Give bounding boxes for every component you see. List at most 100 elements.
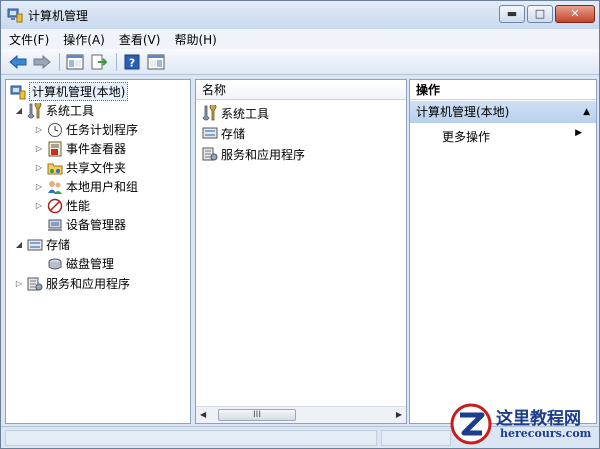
tree-label-performance: 性能	[66, 199, 91, 213]
collapsed-arrow-icon[interactable]: ▷	[14, 279, 24, 288]
more-actions-item[interactable]: 更多操作	[442, 128, 490, 145]
horizontal-scrollbar[interactable]: ◀ III ▶	[196, 406, 406, 423]
tree-label-event-viewer: 事件查看器	[66, 142, 127, 156]
scroll-thumb[interactable]: III	[218, 409, 296, 421]
tree-item-shared-folders[interactable]: ▷ 共享文件夹	[34, 158, 126, 177]
performance-icon	[47, 198, 63, 213]
tree-label-shared-folders: 共享文件夹	[66, 161, 127, 175]
collapsed-arrow-icon[interactable]: ▷	[34, 163, 44, 172]
tree-item-storage[interactable]: ◢ 存储	[14, 235, 70, 254]
watermark: 这里教程网 herecours.com	[448, 401, 598, 447]
submenu-arrow-icon: ▶	[575, 128, 582, 138]
toolbar: ?	[1, 49, 599, 75]
scroll-right-icon[interactable]: ▶	[396, 410, 402, 419]
tree-label-device-manager: 设备管理器	[66, 218, 127, 232]
minimize-icon: ▬	[506, 7, 518, 20]
collapse-up-icon[interactable]: ▲	[583, 101, 590, 123]
scroll-left-icon[interactable]: ◀	[200, 410, 206, 419]
help-icon: ?	[124, 54, 140, 69]
tree-label-disk-management: 磁盘管理	[66, 257, 115, 271]
back-arrow-icon	[9, 54, 27, 69]
users-icon	[48, 180, 62, 194]
tools-icon	[202, 105, 217, 121]
tree-label-services: 服务和应用程序	[46, 277, 131, 291]
collapsed-arrow-icon[interactable]: ▷	[34, 182, 44, 191]
results-pane: 名称 系统工具 存储 服务和应用程序 ◀ III ▶	[195, 79, 407, 424]
toolbar-separator	[116, 52, 117, 71]
tree-item-device-manager[interactable]: 设备管理器	[47, 215, 126, 234]
collapsed-arrow-icon[interactable]: ▷	[34, 144, 44, 153]
show-hide-action-pane-button[interactable]	[145, 52, 167, 72]
expanded-arrow-icon[interactable]: ◢	[14, 106, 24, 115]
watermark-url: herecours.com	[500, 427, 592, 440]
menu-file[interactable]: 文件(F)	[9, 31, 49, 48]
menu-bar: 文件(F) 操作(A) 查看(V) 帮助(H)	[1, 29, 599, 49]
forward-arrow-icon	[33, 54, 51, 69]
status-segment	[381, 430, 451, 446]
actions-section-header[interactable]: 计算机管理(本地) ▲	[410, 101, 596, 123]
forward-button[interactable]	[31, 52, 53, 72]
action-pane-icon	[147, 54, 165, 69]
window-title: 计算机管理	[28, 9, 89, 23]
services-icon	[27, 277, 43, 290]
menu-view[interactable]: 查看(V)	[119, 31, 161, 48]
tree-label-storage: 存储	[46, 238, 71, 252]
tree-item-root[interactable]: 计算机管理(本地)	[10, 82, 129, 101]
status-segment	[5, 430, 377, 446]
console-tree-pane: 计算机管理(本地) ◢ 系统工具 ▷ 任务计划程序 ▷ 事件查看器 ▷ 共享文件…	[5, 79, 191, 424]
watermark-logo-icon	[450, 403, 492, 445]
tree-item-task-scheduler[interactable]: ▷ 任务计划程序	[34, 120, 138, 139]
tree-item-services[interactable]: ▷ 服务和应用程序	[14, 274, 130, 293]
tree-item-event-viewer[interactable]: ▷ 事件查看器	[34, 139, 126, 158]
minimize-button[interactable]: ▬	[499, 5, 525, 23]
console-tree-icon	[66, 54, 84, 69]
tree-item-disk-management[interactable]: 磁盘管理	[47, 254, 114, 273]
event-viewer-icon	[48, 141, 62, 156]
computer-management-icon	[7, 8, 23, 23]
menu-action[interactable]: 操作(A)	[63, 31, 105, 48]
collapsed-arrow-icon[interactable]: ▷	[34, 201, 44, 210]
list-item-label: 服务和应用程序	[221, 147, 306, 162]
collapsed-arrow-icon[interactable]: ▷	[34, 125, 44, 134]
list-item[interactable]: 存储	[202, 123, 245, 143]
maximize-icon: □	[534, 7, 546, 20]
list-item-label: 存储	[221, 126, 246, 141]
toolbar-separator	[59, 52, 60, 71]
tree-label-system-tools: 系统工具	[46, 104, 95, 118]
list-item-label: 系统工具	[221, 106, 270, 121]
export-list-button[interactable]	[88, 52, 110, 72]
menu-help[interactable]: 帮助(H)	[174, 31, 216, 48]
maximize-button[interactable]: □	[527, 5, 553, 23]
tree-item-system-tools[interactable]: ◢ 系统工具	[14, 101, 94, 120]
tree-item-local-users[interactable]: ▷ 本地用户和组	[34, 177, 138, 196]
tree-item-performance[interactable]: ▷ 性能	[34, 196, 90, 215]
close-button[interactable]: ✕	[555, 5, 595, 23]
storage-icon	[27, 239, 43, 250]
help-button[interactable]: ?	[121, 52, 143, 72]
column-header-name[interactable]: 名称	[196, 80, 406, 100]
tree-label-root: 计算机管理(本地)	[29, 82, 129, 101]
disk-management-icon	[48, 258, 62, 269]
watermark-name: 这里教程网	[496, 409, 581, 429]
shared-folder-icon	[47, 163, 63, 174]
back-button[interactable]	[7, 52, 29, 72]
list-item[interactable]: 服务和应用程序	[202, 144, 305, 164]
export-list-icon	[91, 54, 108, 69]
computer-management-window: 计算机管理 ▬ □ ✕ 文件(F) 操作(A) 查看(V) 帮助(H) ? 计算…	[0, 0, 600, 449]
tools-icon	[27, 102, 42, 118]
tree-label-local-users: 本地用户和组	[66, 180, 139, 194]
close-icon: ✕	[570, 7, 580, 20]
clock-icon	[48, 122, 62, 137]
show-hide-tree-button[interactable]	[64, 52, 86, 72]
storage-icon	[202, 127, 218, 139]
computer-management-icon	[10, 85, 26, 99]
actions-pane: 操作 计算机管理(本地) ▲ 更多操作 ▶	[409, 79, 597, 424]
actions-section-label: 计算机管理(本地)	[416, 105, 510, 119]
tree-label-task-scheduler: 任务计划程序	[66, 123, 139, 137]
actions-title: 操作	[410, 80, 596, 100]
list-item[interactable]: 系统工具	[202, 103, 269, 123]
services-icon	[202, 147, 218, 161]
title-bar: 计算机管理 ▬ □ ✕	[1, 1, 599, 29]
expanded-arrow-icon[interactable]: ◢	[14, 240, 24, 249]
svg-text:?: ?	[129, 56, 135, 69]
